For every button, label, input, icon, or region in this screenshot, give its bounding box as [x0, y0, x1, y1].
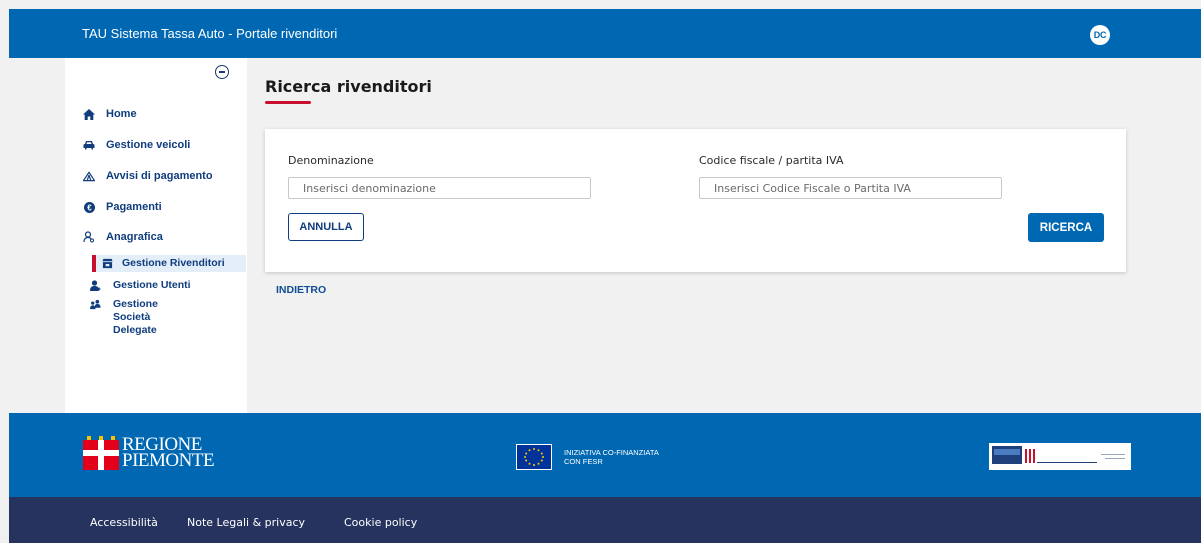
footer-logos: REGIONE PIEMONTE INIZIATIVA CO-FINANZIAT…: [9, 413, 1201, 497]
regione-line2: PIEMONTE: [122, 450, 215, 471]
back-link[interactable]: INDIETRO: [276, 284, 326, 296]
footer-link-cookie-policy[interactable]: Cookie policy: [344, 516, 417, 529]
sidebar-item-label: Anagrafica: [106, 231, 163, 243]
sidebar-item-anagrafica[interactable]: Anagrafica: [83, 228, 163, 246]
regione-piemonte-wordmark: REGIONE PIEMONTE: [122, 435, 215, 471]
footer-links-bar: Accessibilità Note Legali & privacy Cook…: [9, 497, 1201, 543]
sidebar-item-avvisi-di-pagamento[interactable]: Avvisi di pagamento: [83, 167, 213, 185]
sidebar-subitem-gestione-utenti[interactable]: Gestione Utenti: [90, 279, 191, 292]
page-title: Ricerca rivenditori: [265, 77, 432, 96]
eu-fesr-text: INIZIATIVA CO-FINANZIATA CON FESR: [564, 448, 659, 466]
user-search-icon: [83, 231, 95, 243]
app-frame: TAU Sistema Tassa Auto - Portale rivendi…: [9, 9, 1201, 543]
sidebar-subitem-label: Gestione Rivenditori: [122, 257, 225, 269]
svg-text:€: €: [87, 203, 92, 212]
sidebar-item-label: Gestione veicoli: [106, 139, 191, 151]
store-icon: [102, 258, 113, 269]
app-title: TAU Sistema Tassa Auto - Portale rivendi…: [82, 26, 338, 41]
sidebar-subitem-label: Gestione Utenti: [113, 279, 191, 291]
partner-logos: [989, 443, 1131, 470]
sidebar-subitem-gestione-societa-delegate[interactable]: Gestione Società Delegate: [90, 298, 210, 337]
footer-link-note-legali[interactable]: Note Legali & privacy: [187, 516, 305, 529]
cancel-button[interactable]: ANNULLA: [288, 213, 364, 241]
sidebar: Home Gestione veicoli Avvisi di pagament…: [65, 58, 247, 413]
sidebar-item-home[interactable]: Home: [83, 105, 137, 123]
footer-link-accessibilita[interactable]: Accessibilità: [90, 516, 158, 529]
collapse-sidebar-icon[interactable]: [215, 65, 229, 79]
sidebar-subitem-label: Gestione Società Delegate: [113, 298, 158, 336]
search-button[interactable]: RICERCA: [1028, 213, 1104, 242]
denominazione-label: Denominazione: [288, 154, 374, 167]
top-bar: TAU Sistema Tassa Auto - Portale rivendi…: [9, 9, 1201, 58]
regione-piemonte-emblem-icon: [83, 436, 119, 470]
eu-line2: CON FESR: [564, 457, 603, 466]
codice-fiscale-label: Codice fiscale / partita IVA: [699, 154, 844, 167]
search-form-card: Denominazione Codice fiscale / partita I…: [265, 129, 1126, 272]
user-add-icon: [90, 280, 101, 291]
codice-fiscale-input[interactable]: [699, 177, 1002, 199]
group-icon: [90, 299, 101, 310]
sidebar-item-pagamenti[interactable]: € Pagamenti: [83, 198, 162, 216]
sidebar-item-label: Pagamenti: [106, 201, 162, 213]
csi-piemonte-logo-icon: [992, 446, 1125, 464]
denominazione-input[interactable]: [288, 177, 591, 199]
sidebar-item-gestione-veicoli[interactable]: Gestione veicoli: [83, 136, 190, 154]
title-underline: [265, 101, 311, 104]
tent-icon: [83, 170, 95, 182]
home-icon: [83, 108, 95, 120]
sidebar-item-label: Home: [106, 108, 137, 120]
eu-line1: INIZIATIVA CO-FINANZIATA: [564, 448, 659, 457]
sidebar-subitem-gestione-rivenditori[interactable]: Gestione Rivenditori: [92, 255, 246, 272]
eu-flag-icon: [516, 444, 552, 470]
sidebar-item-label: Avvisi di pagamento: [106, 170, 213, 182]
user-avatar[interactable]: DC: [1090, 25, 1110, 45]
regione-piemonte-logo: REGIONE PIEMONTE: [83, 435, 215, 471]
eu-fesr-logo: INIZIATIVA CO-FINANZIATA CON FESR: [516, 444, 659, 470]
euro-coin-icon: €: [83, 201, 95, 213]
car-icon: [83, 139, 95, 151]
